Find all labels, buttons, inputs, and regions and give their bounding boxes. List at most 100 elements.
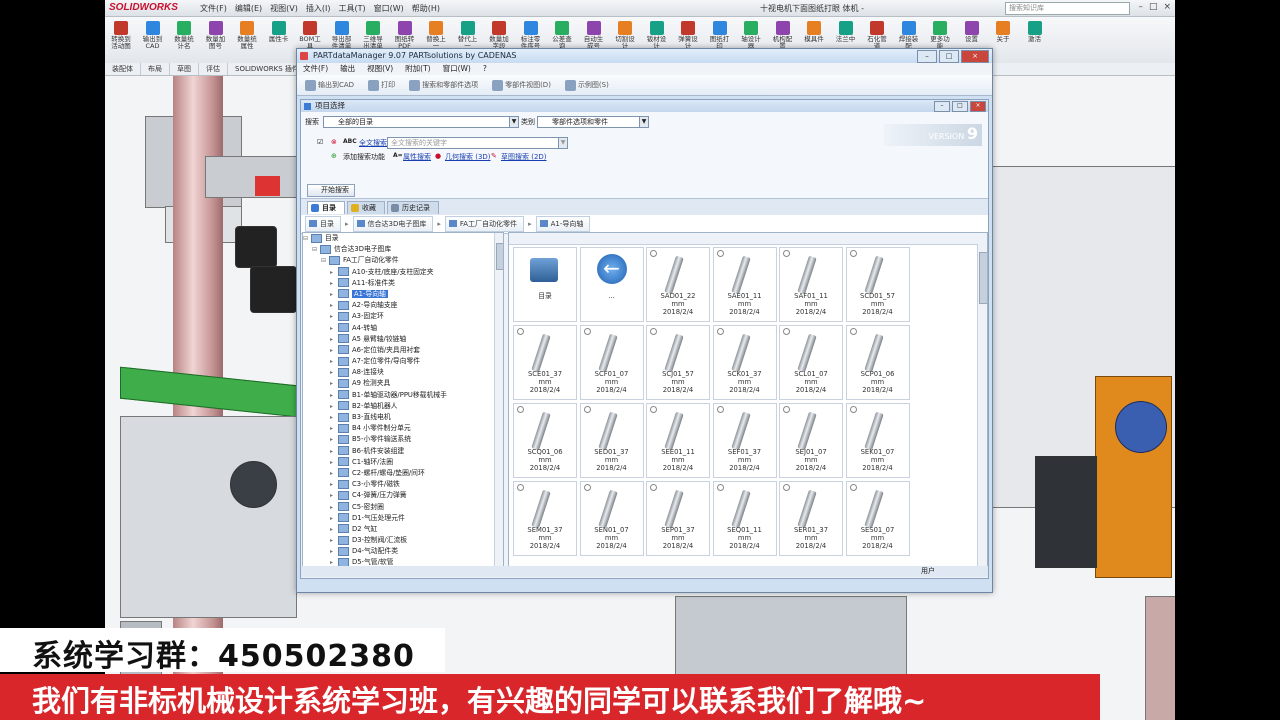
pdm-menu-item[interactable]: 窗口(W): [443, 63, 471, 75]
expander-icon[interactable]: ▸: [330, 323, 338, 334]
ribbon-button[interactable]: 机构配 置: [771, 21, 795, 50]
sw-tab[interactable]: 草图: [170, 63, 199, 75]
expander-icon[interactable]: ▸: [330, 367, 338, 378]
sw-tab[interactable]: 布局: [141, 63, 170, 75]
ribbon-button[interactable]: 转换到 活动图: [109, 21, 133, 50]
part-cell[interactable]: ←...: [579, 247, 644, 322]
tree-node[interactable]: ▸ C2-螺杆/螺母/垫圈/间环: [303, 468, 503, 479]
pdm-maximize-icon[interactable]: □: [939, 50, 959, 63]
tree-node[interactable]: ▸ B5-小零件输送系统: [303, 434, 503, 445]
ribbon-button[interactable]: 数量统 属性: [235, 21, 259, 50]
part-cell[interactable]: SEQ01_11 mm 2018/2/4: [712, 481, 777, 556]
ribbon-button[interactable]: 数量加 字段: [487, 21, 511, 50]
sw-menu-item[interactable]: 视图(V): [270, 3, 298, 14]
pdm-menu-item[interactable]: 附加(T): [405, 63, 430, 75]
tree-node[interactable]: ▸ A7-定位零件/导向零件: [303, 356, 503, 367]
ribbon-button[interactable]: BOM工 具: [298, 21, 322, 50]
tree-node[interactable]: ▸ A4-转轴: [303, 323, 503, 334]
ribbon-button[interactable]: 输出到 CAD: [141, 21, 165, 50]
part-cell[interactable]: SEF01_37 mm 2018/2/4: [712, 403, 777, 478]
pdm-toolbar-button[interactable]: 搜索和零部件选项: [409, 79, 478, 91]
expander-icon[interactable]: ▸: [330, 300, 338, 311]
expander-icon[interactable]: ▸: [330, 434, 338, 445]
pdm-toolbar-button[interactable]: 示例图(S): [564, 79, 609, 91]
part-cell[interactable]: SAD01_22 mm 2018/2/4: [646, 247, 710, 322]
expander-icon[interactable]: ▸: [330, 490, 338, 501]
part-cell[interactable]: SCK01_37 mm 2018/2/4: [712, 325, 777, 400]
ribbon-button[interactable]: 激活: [1023, 21, 1047, 43]
ribbon-button[interactable]: 钣材设 计: [645, 21, 669, 50]
tree-node[interactable]: ▸ D2 气缸: [303, 524, 503, 535]
tree-node[interactable]: ▸ D4-气动配件类: [303, 546, 503, 557]
ribbon-button[interactable]: 模具件: [802, 21, 826, 43]
ribbon-button[interactable]: 公差查 询: [550, 21, 574, 50]
expander-icon[interactable]: ▸: [330, 524, 338, 535]
expander-icon[interactable]: ▸: [330, 535, 338, 546]
sw-menu-item[interactable]: 文件(F): [200, 3, 227, 14]
tree-node[interactable]: ▸ A2-导向轴支座: [303, 300, 503, 311]
part-cell[interactable]: SCP01_06 mm 2018/2/4: [845, 325, 910, 400]
part-cell[interactable]: SEP01_37 mm 2018/2/4: [646, 481, 710, 556]
pdm-menu-item[interactable]: ?: [483, 63, 487, 75]
expander-icon[interactable]: ▸: [330, 278, 338, 289]
ribbon-button[interactable]: 标注零 件序号: [519, 21, 543, 50]
fulltext-search-link[interactable]: 全文搜索: [359, 138, 387, 148]
part-cell[interactable]: SER01_37 mm 2018/2/4: [779, 481, 843, 556]
tree-node[interactable]: ▸ C1-轴环/法圈: [303, 457, 503, 468]
ribbon-button[interactable]: 替代上 一: [456, 21, 480, 50]
tree-node[interactable]: ▸ C5-密封圈: [303, 502, 503, 513]
panel-maximize-icon[interactable]: □: [952, 101, 968, 112]
ribbon-button[interactable]: 更多功 能: [928, 21, 952, 50]
maximize-icon[interactable]: □: [1149, 2, 1158, 12]
ribbon-button[interactable]: 替换上 一: [424, 21, 448, 50]
expander-icon[interactable]: ▸: [330, 457, 338, 468]
part-cell[interactable]: SCQ01_06 mm 2018/2/4: [513, 403, 577, 478]
ribbon-button[interactable]: 切割设 计: [613, 21, 637, 50]
part-cell[interactable]: SEE01_11 mm 2018/2/4: [646, 403, 710, 478]
fulltext-keyword-input[interactable]: 全文搜索的关键字 ▼: [387, 137, 568, 149]
tree-node[interactable]: ▸ C4-弹簧/压力弹簧: [303, 490, 503, 501]
ribbon-button[interactable]: 法兰中: [834, 21, 858, 43]
expander-icon[interactable]: ▸: [330, 423, 338, 434]
grid-scrollbar[interactable]: [977, 244, 987, 566]
tree-node[interactable]: ⊟ 信合达3D电子图库: [303, 244, 503, 255]
ribbon-button[interactable]: 三维导 出清单: [361, 21, 385, 50]
category-select[interactable]: 零部件选项和零件 ▼: [537, 116, 649, 128]
expander-icon[interactable]: ▸: [330, 311, 338, 322]
start-search-button[interactable]: 开始搜索: [307, 184, 355, 197]
expander-icon[interactable]: ▸: [330, 412, 338, 423]
pdm-menu-item[interactable]: 文件(F): [303, 63, 328, 75]
part-cell[interactable]: SAF01_11 mm 2018/2/4: [779, 247, 843, 322]
expander-icon[interactable]: ⊟: [321, 255, 329, 266]
tree-node[interactable]: ▸ C3-小零件/磁铁: [303, 479, 503, 490]
knowledge-search-input[interactable]: 搜索知识库: [1005, 2, 1130, 15]
ribbon-button[interactable]: 石化管 道: [865, 21, 889, 50]
part-cell[interactable]: SED01_37 mm 2018/2/4: [579, 403, 644, 478]
ribbon-button[interactable]: 关于: [991, 21, 1015, 43]
ribbon-button[interactable]: 轴设计 器: [739, 21, 763, 50]
panel-minimize-icon[interactable]: –: [934, 101, 950, 112]
tree-node[interactable]: ▸ B1-单轴驱动器/PPU移载机械手: [303, 390, 503, 401]
attribute-search-link[interactable]: 属性搜索: [403, 152, 431, 162]
expander-icon[interactable]: ▸: [330, 468, 338, 479]
ribbon-button[interactable]: 数量加 图号: [204, 21, 228, 50]
sw-menu-item[interactable]: 工具(T): [338, 3, 365, 14]
expander-icon[interactable]: ▸: [330, 502, 338, 513]
expander-icon[interactable]: ▸: [330, 513, 338, 524]
part-cell[interactable]: SAE01_11 mm 2018/2/4: [712, 247, 777, 322]
ribbon-button[interactable]: 图纸打 印: [708, 21, 732, 50]
part-cell[interactable]: SEN01_07 mm 2018/2/4: [579, 481, 644, 556]
ribbon-button[interactable]: 导出部 件清单: [330, 21, 354, 50]
tree-node[interactable]: ▸ D1-气压处理元件: [303, 513, 503, 524]
fulltext-checkbox[interactable]: ☑: [317, 138, 323, 146]
tree-node[interactable]: ▸ B6-机件安装组建: [303, 446, 503, 457]
expander-icon[interactable]: ▸: [330, 479, 338, 490]
tree-node[interactable]: ▸ B2-单轴机器人: [303, 401, 503, 412]
close-icon[interactable]: ×: [1163, 2, 1171, 12]
tree-node[interactable]: ▸ A6-定位销/夹具用衬套: [303, 345, 503, 356]
tree-node[interactable]: ⊟ FA工厂自动化零件: [303, 255, 503, 266]
ribbon-button[interactable]: 焊接装 配: [897, 21, 921, 50]
expander-icon[interactable]: ▸: [330, 289, 338, 300]
remove-icon[interactable]: ⊗: [331, 138, 337, 146]
tab-2[interactable]: 历史记录: [387, 201, 439, 214]
